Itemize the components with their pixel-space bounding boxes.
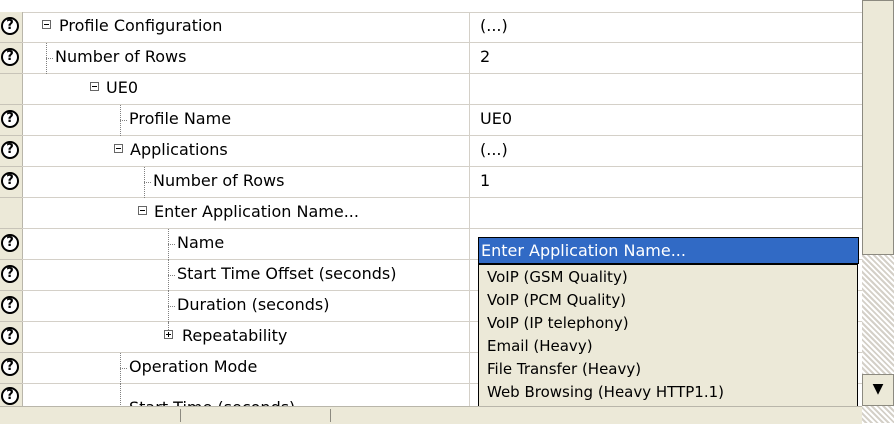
tree-line — [120, 120, 127, 121]
help-cell: ? — [0, 12, 22, 43]
horizontal-scrollbar[interactable] — [0, 406, 862, 424]
help-cell: ? — [0, 353, 22, 384]
attribute-label: Start Time (seconds) — [129, 398, 295, 406]
attribute-value: (...) — [480, 140, 508, 159]
application-dropdown-list[interactable]: VoIP (GSM Quality) VoIP (PCM Quality) Vo… — [478, 264, 858, 414]
tree-line — [168, 275, 175, 276]
grid-row[interactable]: ? Profile Name UE0 — [0, 105, 862, 136]
help-cell: ? — [0, 136, 22, 167]
grid-row[interactable]: UE0 — [0, 74, 862, 105]
attribute-label-cell[interactable]: Duration (seconds) — [22, 291, 470, 322]
help-cell: ? — [0, 43, 22, 74]
attribute-value: UE0 — [480, 109, 512, 128]
attribute-label: Start Time Offset (seconds) — [177, 264, 397, 283]
grid-row[interactable]: ? Profile Configuration (...) — [0, 12, 862, 43]
help-cell: ? — [0, 322, 22, 353]
attribute-grid: ? Profile Configuration (...) ? Number o… — [0, 0, 862, 424]
help-question-icon[interactable]: ? — [1, 296, 19, 314]
attribute-label: UE0 — [106, 78, 138, 97]
attribute-value: 2 — [480, 47, 491, 66]
scrollbar-segment — [0, 409, 181, 422]
help-cell — [0, 74, 22, 105]
help-cell: ? — [0, 167, 22, 198]
attribute-value-cell[interactable]: (...) — [470, 136, 862, 167]
help-question-icon[interactable]: ? — [1, 327, 19, 345]
help-question-icon[interactable]: ? — [1, 234, 19, 252]
attribute-label-cell[interactable]: Number of Rows — [22, 167, 470, 198]
application-name-field[interactable]: Enter Application Name... — [478, 237, 859, 264]
tree-line — [144, 182, 151, 183]
attribute-value-cell[interactable]: UE0 — [470, 105, 862, 136]
attribute-label: Applications — [130, 140, 228, 159]
help-cell: ? — [0, 229, 22, 260]
attribute-label: Number of Rows — [153, 171, 285, 190]
collapse-icon[interactable] — [90, 82, 99, 91]
attribute-value-cell[interactable] — [470, 198, 862, 229]
dropdown-option[interactable]: Web Browsing (Heavy HTTP1.1) — [487, 383, 724, 401]
dropdown-option[interactable]: File Transfer (Heavy) — [487, 360, 641, 378]
dropdown-option[interactable]: Email (Heavy) — [487, 337, 593, 355]
attribute-label: Duration (seconds) — [177, 295, 330, 314]
grid-row[interactable]: ? Number of Rows 1 — [0, 167, 862, 198]
help-question-icon[interactable]: ? — [1, 387, 19, 405]
help-cell — [0, 198, 22, 229]
tree-line — [168, 306, 175, 307]
help-question-icon[interactable]: ? — [1, 265, 19, 283]
attribute-value-cell[interactable]: 1 — [470, 167, 862, 198]
attribute-label-cell[interactable]: Profile Name — [22, 105, 470, 136]
attribute-value-cell[interactable] — [470, 74, 862, 105]
attribute-value-cell[interactable]: 2 — [470, 43, 862, 74]
attribute-label: Number of Rows — [55, 47, 187, 66]
attribute-label-cell[interactable]: Applications — [22, 136, 470, 167]
collapse-icon[interactable] — [138, 206, 147, 215]
help-question-icon[interactable]: ? — [1, 110, 19, 128]
help-cell: ? — [0, 105, 22, 136]
attribute-label-cell[interactable]: Enter Application Name... — [22, 198, 470, 229]
expand-icon[interactable] — [164, 330, 173, 339]
attribute-label: Repeatability — [182, 326, 288, 345]
attribute-label: Name — [177, 233, 225, 252]
attribute-label-cell[interactable]: Start Time Offset (seconds) — [22, 260, 470, 291]
attribute-label: Enter Application Name... — [154, 202, 359, 221]
tree-line — [46, 58, 53, 59]
vertical-scrollbar-thumb[interactable] — [862, 0, 894, 255]
tree-line — [120, 384, 121, 406]
attribute-value-cell[interactable]: (...) — [470, 12, 862, 43]
grid-row[interactable]: Enter Application Name... — [0, 198, 862, 229]
help-question-icon[interactable]: ? — [1, 48, 19, 66]
help-question-icon[interactable]: ? — [1, 358, 19, 376]
help-question-icon[interactable]: ? — [1, 17, 19, 35]
attribute-label-cell[interactable]: Operation Mode — [22, 353, 470, 384]
attribute-value: 1 — [480, 171, 491, 190]
application-name-value: Enter Application Name... — [481, 241, 686, 260]
attribute-label-cell[interactable]: Start Time (seconds) — [22, 384, 470, 406]
tree-line — [168, 244, 175, 245]
attribute-label-cell[interactable]: Profile Configuration — [22, 12, 470, 43]
attribute-label: Profile Configuration — [59, 16, 223, 35]
collapse-icon[interactable] — [114, 144, 123, 153]
help-question-icon[interactable]: ? — [1, 172, 19, 190]
attribute-label-cell[interactable]: Name — [22, 229, 470, 260]
tree-line — [120, 368, 127, 369]
dropdown-option[interactable]: VoIP (GSM Quality) — [487, 268, 628, 286]
dropdown-option[interactable]: VoIP (IP telephony) — [487, 314, 629, 332]
help-cell: ? — [0, 384, 22, 406]
attribute-label-cell[interactable]: Repeatability — [22, 322, 470, 353]
scrollbar-segment — [180, 409, 331, 422]
attribute-label: Operation Mode — [129, 357, 258, 376]
grid-row[interactable]: ? Applications (...) — [0, 136, 862, 167]
attribute-label-cell[interactable]: Number of Rows — [22, 43, 470, 74]
grid-row[interactable]: ? Number of Rows 2 — [0, 43, 862, 74]
attribute-label-cell[interactable]: UE0 — [22, 74, 470, 105]
attribute-value: (...) — [480, 16, 508, 35]
help-question-icon[interactable]: ? — [1, 141, 19, 159]
attribute-label: Profile Name — [129, 109, 232, 128]
help-cell: ? — [0, 260, 22, 291]
help-cell: ? — [0, 291, 22, 322]
collapse-icon[interactable] — [42, 20, 51, 29]
dropdown-option[interactable]: VoIP (PCM Quality) — [487, 291, 626, 309]
scroll-down-arrow-icon[interactable]: ▼ — [862, 374, 894, 406]
